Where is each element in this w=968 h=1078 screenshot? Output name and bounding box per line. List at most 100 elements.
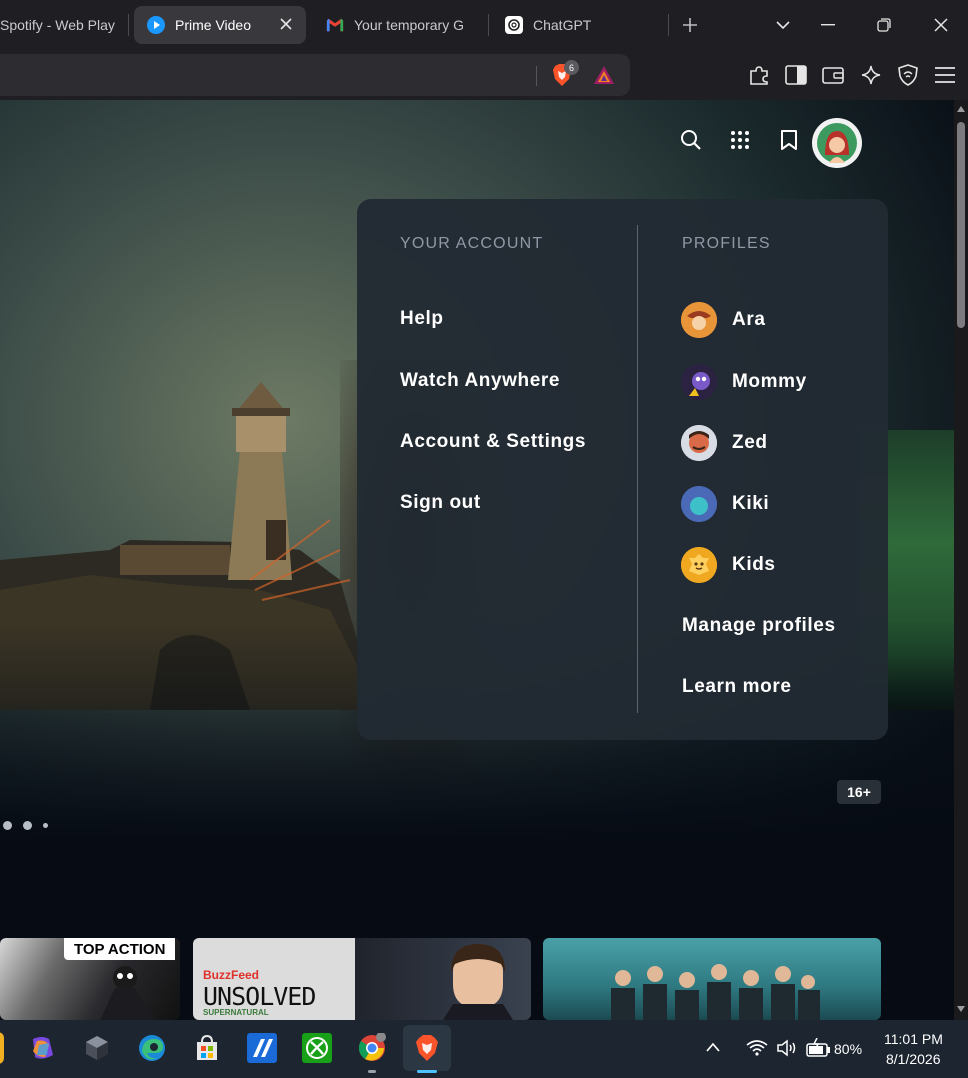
- address-bar-separator: [536, 66, 537, 86]
- cube-app-icon[interactable]: [81, 1032, 113, 1064]
- browser-toolbar: 6: [0, 50, 968, 100]
- your-account-heading: YOUR ACCOUNT: [400, 235, 544, 252]
- profiles-heading: PROFILES: [682, 235, 771, 252]
- tab-title: ChatGPT: [533, 17, 592, 33]
- sidebar-toggle-icon[interactable]: [784, 63, 808, 87]
- xbox-app-icon[interactable]: [301, 1032, 333, 1064]
- profile-name: Zed: [732, 432, 768, 453]
- battery-percentage: 80%: [834, 1041, 863, 1057]
- content-card-buzzfeed-unsolved[interactable]: BuzzFeed UNSOLVED SUPERNATURAL: [193, 938, 531, 1020]
- user-avatar-icon: [817, 123, 857, 163]
- maturity-rating-badge: 16+: [837, 780, 881, 804]
- tab-title: Spotify - Web Play: [0, 17, 115, 33]
- chrome-app-icon[interactable]: [356, 1032, 388, 1064]
- card-brand-label: BuzzFeed: [203, 968, 260, 982]
- content-card-top-action[interactable]: TOP ACTION: [0, 938, 180, 1020]
- scroll-up-arrow-icon[interactable]: [957, 106, 965, 112]
- profile-item-kiki[interactable]: Kiki: [681, 484, 769, 524]
- scroll-down-arrow-icon[interactable]: [957, 1006, 965, 1012]
- carousel-dot[interactable]: [23, 821, 32, 830]
- card-artwork: [100, 966, 155, 1020]
- tab-title: Prime Video: [175, 17, 252, 33]
- profile-name: Kids: [732, 554, 776, 575]
- account-dropdown-menu: YOUR ACCOUNT PROFILES Help Watch Anywher…: [357, 199, 888, 740]
- clock-date[interactable]: 8/1/2026: [886, 1051, 941, 1067]
- work-app-icon[interactable]: [246, 1032, 278, 1064]
- help-link[interactable]: Help: [400, 308, 444, 330]
- tab-prime-video[interactable]: Prime Video: [134, 6, 306, 44]
- chrome-running-indicator: [368, 1070, 376, 1073]
- leo-ai-sparkle-icon[interactable]: [859, 63, 883, 87]
- restore-window-icon[interactable]: [871, 12, 897, 38]
- profile-item-mommy[interactable]: Mommy: [681, 362, 807, 402]
- sign-out-link[interactable]: Sign out: [400, 492, 481, 514]
- top-action-badge: TOP ACTION: [64, 938, 176, 960]
- categories-grid-icon[interactable]: [726, 126, 754, 154]
- edge-browser-app-icon[interactable]: [136, 1032, 168, 1064]
- microsoft-store-app-icon[interactable]: [191, 1032, 223, 1064]
- profile-avatar-mommy-icon: [681, 364, 717, 400]
- browser-tab-strip: Spotify - Web Play Prime Video Your temp…: [0, 0, 968, 50]
- tab-spotify[interactable]: Spotify - Web Play: [0, 6, 122, 44]
- battery-charging-icon[interactable]: [805, 1037, 831, 1063]
- vpn-shield-icon[interactable]: [896, 63, 920, 87]
- card-artwork: [443, 944, 513, 1020]
- clock-time[interactable]: 11:01 PM: [884, 1031, 943, 1047]
- menu-column-divider: [637, 225, 638, 713]
- tab-separator: [668, 14, 669, 36]
- page-scrollbar[interactable]: [954, 100, 968, 1020]
- address-bar[interactable]: 6: [0, 54, 630, 96]
- prime-video-favicon-icon: [147, 16, 165, 34]
- content-card-group-show[interactable]: [543, 938, 881, 1020]
- brave-app-icon[interactable]: [403, 1025, 451, 1071]
- brave-rewards-icon[interactable]: [592, 63, 616, 87]
- tab-title: Your temporary G: [354, 17, 464, 33]
- windows-taskbar: 80% 11:01 PM 8/1/2026: [0, 1020, 968, 1078]
- show-hidden-icons-chevron-up-icon[interactable]: [705, 1040, 721, 1058]
- profile-avatar-ara-icon: [681, 302, 717, 338]
- tab-separator: [128, 14, 129, 36]
- search-icon[interactable]: [677, 126, 705, 154]
- card-artwork: [611, 964, 820, 1020]
- profile-item-kids[interactable]: Kids: [681, 545, 776, 585]
- watch-anywhere-link[interactable]: Watch Anywhere: [400, 370, 560, 392]
- tab-chatgpt[interactable]: ChatGPT: [505, 6, 655, 44]
- new-tab-icon[interactable]: [677, 12, 703, 38]
- minimize-window-icon[interactable]: [815, 12, 841, 38]
- gmail-favicon-icon: [326, 16, 344, 34]
- profile-avatar-kiki-icon: [681, 486, 717, 522]
- volume-speaker-icon[interactable]: [776, 1039, 798, 1062]
- profile-name: Kiki: [732, 493, 770, 514]
- wifi-icon[interactable]: [746, 1039, 768, 1062]
- card-title-label: UNSOLVED: [203, 982, 316, 1011]
- tab-gmail[interactable]: Your temporary G: [326, 6, 476, 44]
- profile-name: Mommy: [732, 371, 807, 392]
- wallet-icon[interactable]: [821, 63, 845, 87]
- tab-list-chevron-down-icon[interactable]: [770, 12, 796, 38]
- extensions-puzzle-icon[interactable]: [747, 63, 771, 87]
- carousel-dot[interactable]: [43, 823, 48, 828]
- close-tab-icon[interactable]: [278, 16, 294, 32]
- profile-avatar-button[interactable]: [812, 118, 862, 168]
- menu-hamburger-icon[interactable]: [933, 63, 957, 87]
- watchlist-bookmark-icon[interactable]: [775, 126, 803, 154]
- profile-avatar-kids-icon: [681, 547, 717, 583]
- profile-name: Ara: [732, 309, 766, 330]
- carousel-dot[interactable]: [3, 821, 12, 830]
- profile-item-ara[interactable]: Ara: [681, 300, 765, 340]
- learn-more-link[interactable]: Learn more: [682, 676, 791, 698]
- copilot-app-icon[interactable]: [26, 1032, 58, 1064]
- brave-active-indicator: [417, 1070, 437, 1073]
- profile-avatar-zed-icon: [681, 425, 717, 461]
- manage-profiles-link[interactable]: Manage profiles: [682, 615, 836, 637]
- card-subtitle-label: SUPERNATURAL: [203, 1008, 269, 1017]
- prime-video-page: YOUR ACCOUNT PROFILES Help Watch Anywher…: [0, 100, 954, 1020]
- account-settings-link[interactable]: Account & Settings: [400, 431, 586, 453]
- profile-item-zed[interactable]: Zed: [681, 423, 768, 463]
- file-explorer-app-icon[interactable]: [0, 1032, 4, 1064]
- tab-separator: [488, 14, 489, 36]
- shields-count-badge: 6: [564, 60, 579, 75]
- chatgpt-favicon-icon: [505, 16, 523, 34]
- close-window-icon[interactable]: [928, 12, 954, 38]
- scrollbar-thumb[interactable]: [957, 122, 965, 328]
